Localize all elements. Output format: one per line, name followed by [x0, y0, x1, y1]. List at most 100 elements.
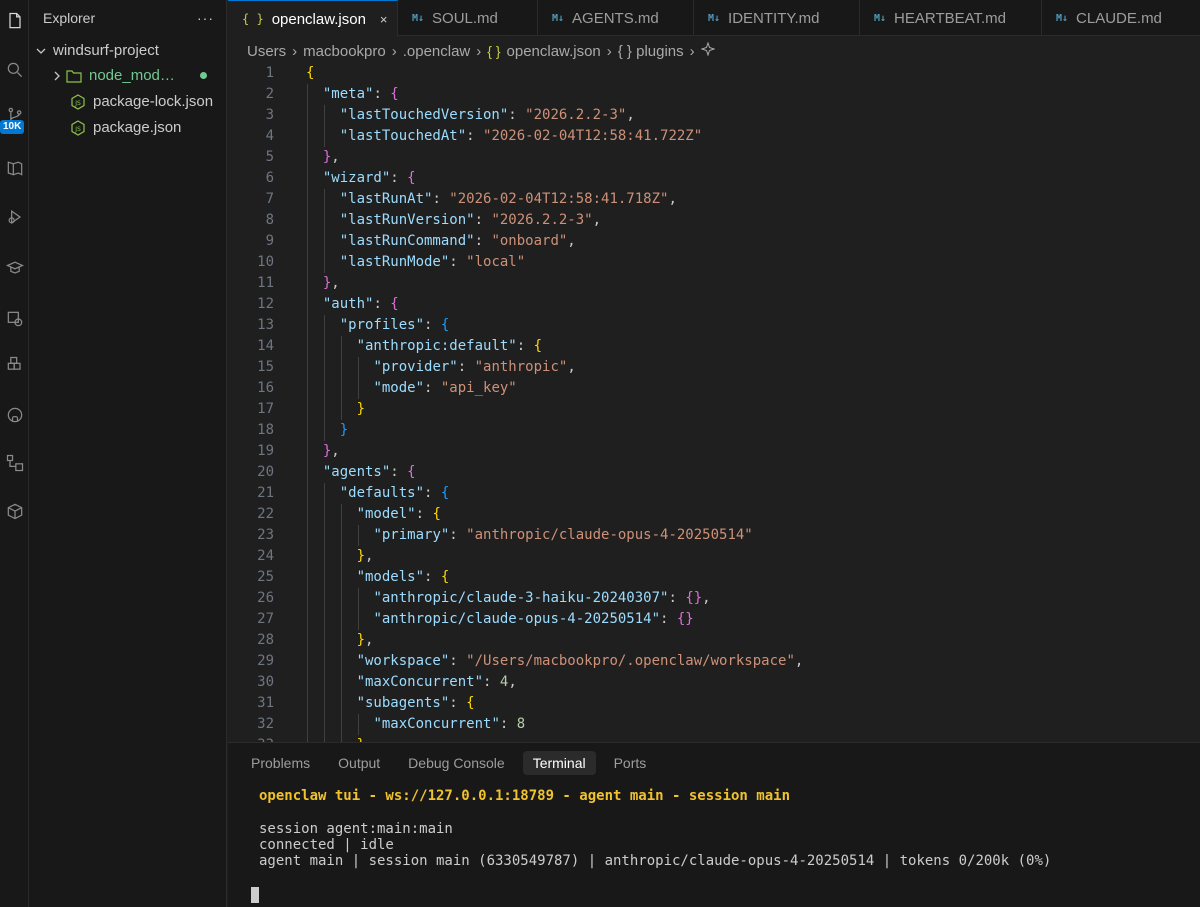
tab-openclaw-json[interactable]: { } openclaw.json ×: [228, 0, 398, 37]
indent-guide: [340, 735, 342, 742]
tab-soul-md[interactable]: M↓ SOUL.md: [398, 0, 538, 36]
code-token: :: [449, 527, 467, 543]
indent-guide: [340, 651, 342, 672]
tab-heartbeat-md[interactable]: M↓ HEARTBEAT.md: [860, 0, 1042, 36]
diagram-icon[interactable]: [0, 448, 29, 478]
tab-output[interactable]: Output: [328, 751, 390, 775]
line-number: 10: [257, 254, 274, 270]
tab-claude-md[interactable]: M↓ CLAUDE.md: [1042, 0, 1200, 36]
line-number: 16: [257, 380, 274, 396]
indent-guide: [323, 567, 325, 588]
line-number: 3: [265, 107, 274, 123]
code-line: 30 "maxConcurrent": 4,: [228, 672, 1200, 693]
node-js-icon: JS: [69, 93, 87, 111]
run-debug-icon[interactable]: [0, 202, 29, 232]
tab-label: HEARTBEAT.md: [894, 9, 1007, 27]
sparkle-icon[interactable]: [700, 41, 716, 60]
breadcrumb-item[interactable]: openclaw.json: [507, 43, 601, 60]
indent-guide: [340, 399, 342, 420]
code-text: }: [357, 399, 365, 420]
explorer-header: Explorer ···: [29, 0, 226, 36]
code-line: 33}: [228, 735, 1200, 742]
line-number: 13: [257, 317, 274, 333]
code-text: "model": {: [357, 504, 441, 525]
breadcrumb-item[interactable]: { } plugins: [618, 43, 684, 60]
explorer-title: Explorer: [43, 10, 96, 26]
indent-guide: [323, 651, 325, 672]
code-token: 8: [516, 716, 526, 732]
tree-item-node-modules[interactable]: node_mod…: [29, 63, 227, 88]
book-icon[interactable]: [0, 153, 29, 183]
tree-item-label: package.json: [93, 119, 182, 136]
indent-guide: [323, 105, 325, 126]
tree-item-package-lock[interactable]: JS package-lock.json: [29, 89, 227, 114]
breadcrumb-item[interactable]: .openclaw: [403, 43, 471, 60]
indent-guide: [357, 609, 359, 630]
breadcrumb-item[interactable]: macbookpro: [303, 43, 386, 60]
code-token: "lastTouchedAt": [339, 128, 467, 144]
tab-problems[interactable]: Problems: [241, 751, 320, 775]
indent-guide: [323, 420, 325, 441]
tab-debug-console[interactable]: Debug Console: [398, 751, 515, 775]
code-token: :: [449, 695, 467, 711]
more-actions-icon[interactable]: ···: [197, 10, 214, 26]
indent-guide: [340, 714, 342, 735]
code-text: "meta": {: [323, 84, 399, 105]
code-token: "models": [356, 569, 425, 585]
indent-guide: [357, 378, 359, 399]
tree-item-package-json[interactable]: JS package.json: [29, 115, 227, 140]
indent-guide: [340, 588, 342, 609]
tab-ports[interactable]: Ports: [604, 751, 657, 775]
code-line: 10 "lastRunMode": "local": [228, 252, 1200, 273]
code-text: "anthropic/claude-opus-4-20250514": {}: [373, 609, 693, 630]
tab-agents-md[interactable]: M↓ AGENTS.md: [538, 0, 694, 36]
extensions-icon[interactable]: [0, 253, 29, 283]
terminal-cursor[interactable]: [251, 887, 259, 903]
files-icon[interactable]: [0, 6, 29, 36]
indent-guide: [307, 441, 308, 462]
search-icon[interactable]: [0, 55, 29, 85]
indent-guide: [323, 714, 325, 735]
code-token: ,: [702, 590, 711, 606]
markdown-icon: M↓: [874, 12, 887, 24]
line-number: 24: [257, 548, 274, 564]
indent-guide: [340, 504, 342, 525]
line-number: 19: [257, 443, 274, 459]
github-icon[interactable]: [0, 400, 29, 430]
code-line: 2 "meta": {: [228, 84, 1200, 105]
indent-guide: [307, 105, 308, 126]
code-token: }: [356, 548, 366, 564]
remote-icon[interactable]: [0, 304, 29, 334]
indent-guide: [307, 189, 308, 210]
line-number: 9: [265, 233, 274, 249]
code-text: "defaults": {: [340, 483, 450, 504]
indent-guide: [307, 651, 308, 672]
indent-guide: [323, 483, 325, 504]
project-folder[interactable]: windsurf-project: [29, 38, 227, 63]
breadcrumb-item[interactable]: Users: [247, 43, 286, 60]
code-text: "lastRunVersion": "2026.2.2-3",: [340, 210, 601, 231]
code-token: "defaults": [339, 485, 425, 501]
code-line: 15 "provider": "anthropic",: [228, 357, 1200, 378]
indent-guide: [323, 378, 325, 399]
code-text: "primary": "anthropic/claude-opus-4-2025…: [373, 525, 752, 546]
indent-guide: [323, 231, 325, 252]
markdown-icon: M↓: [552, 12, 565, 24]
package-icon[interactable]: [0, 496, 29, 526]
code-token: "/Users/macbookpro/.openclaw/workspace": [466, 653, 795, 669]
code-token: {: [390, 296, 399, 312]
close-icon[interactable]: ×: [380, 12, 388, 27]
code-text: "workspace": "/Users/macbookpro/.opencla…: [357, 651, 804, 672]
code-line: 18}: [228, 420, 1200, 441]
tab-terminal[interactable]: Terminal: [522, 751, 596, 775]
code-token: :: [457, 359, 475, 375]
svg-text:JS: JS: [74, 126, 81, 133]
code-editor[interactable]: 1{2 "meta": {3 "lastTouchedVersion": "2026…: [228, 62, 1200, 742]
indent-guide: [340, 336, 342, 357]
line-number: 1: [265, 65, 274, 81]
code-token: :: [474, 233, 492, 249]
tab-identity-md[interactable]: M↓ IDENTITY.md: [694, 0, 860, 36]
code-text: "lastRunMode": "local": [340, 252, 525, 273]
code-token: "workspace": [356, 653, 450, 669]
puzzle-icon[interactable]: [0, 350, 29, 380]
